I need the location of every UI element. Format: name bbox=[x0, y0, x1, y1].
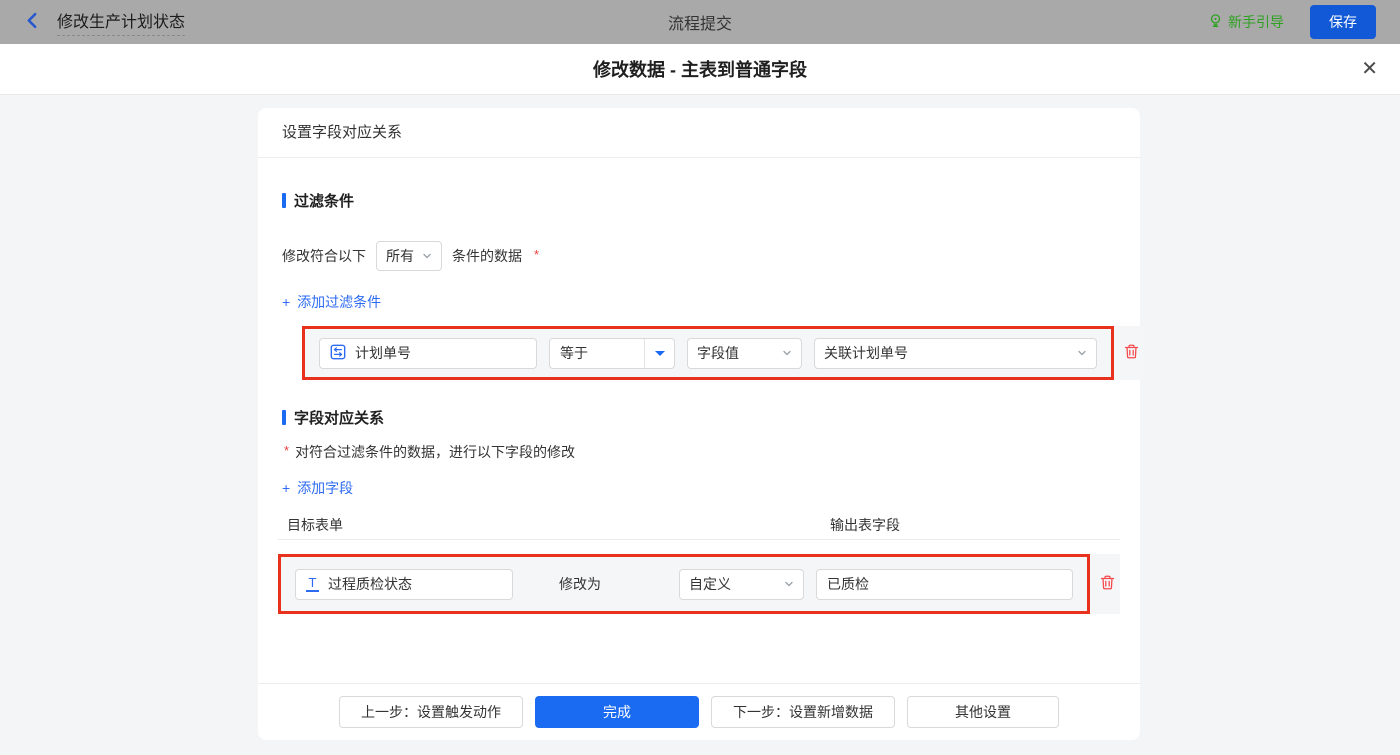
mapping-section-title-text: 字段对应关系 bbox=[294, 407, 384, 428]
filter-section: 过滤条件 修改符合以下 所有 条件的数据 * + 添加过滤条件 bbox=[258, 190, 1140, 380]
text-field-icon: T bbox=[306, 576, 319, 593]
filter-section-title-text: 过滤条件 bbox=[294, 190, 354, 211]
operator-select[interactable]: 等于 bbox=[549, 338, 675, 369]
mapping-table-header: 目标表单 输出表字段 bbox=[282, 515, 1116, 531]
mapping-highlight-box: T 过程质检状态 修改为 自定义 已质检 bbox=[278, 554, 1090, 614]
modify-to-label: 修改为 bbox=[559, 574, 615, 594]
operator-value: 等于 bbox=[550, 343, 644, 363]
value-type-select[interactable]: 字段值 bbox=[687, 338, 802, 369]
output-field-column-header: 输出表字段 bbox=[830, 515, 900, 535]
caret-down-icon bbox=[655, 351, 665, 361]
relation-field-icon bbox=[330, 344, 346, 363]
add-field-link[interactable]: + 添加字段 bbox=[282, 478, 353, 498]
filter-field-input[interactable]: 计划单号 bbox=[319, 338, 537, 369]
guide-pin-icon bbox=[1208, 13, 1223, 31]
required-mark: * bbox=[534, 247, 539, 262]
beginner-guide-label: 新手引导 bbox=[1228, 12, 1284, 32]
compare-value-select[interactable]: 关联计划单号 bbox=[814, 338, 1097, 369]
modify-value-input[interactable]: 已质检 bbox=[816, 569, 1073, 600]
match-prefix-label: 修改符合以下 bbox=[282, 246, 366, 266]
filter-field-value: 计划单号 bbox=[355, 343, 411, 363]
chevron-left-icon bbox=[24, 12, 41, 32]
chevron-down-icon bbox=[782, 345, 792, 361]
page-title: 修改生产计划状态 bbox=[57, 8, 185, 36]
other-settings-button[interactable]: 其他设置 bbox=[907, 696, 1059, 728]
target-field-input[interactable]: T 过程质检状态 bbox=[295, 569, 513, 600]
delete-filter-button[interactable] bbox=[1123, 343, 1140, 363]
beginner-guide-link[interactable]: 新手引导 bbox=[1208, 12, 1284, 32]
mapping-description-text: 对符合过滤条件的数据，进行以下字段的修改 bbox=[295, 442, 575, 462]
modify-type-select[interactable]: 自定义 bbox=[679, 569, 804, 600]
match-condition-line: 修改符合以下 所有 条件的数据 * bbox=[282, 241, 1116, 271]
filter-highlight-box: 计划单号 等于 字段值 关联计划单号 bbox=[302, 326, 1114, 380]
next-step-button[interactable]: 下一步：设置新增数据 bbox=[711, 696, 895, 728]
filter-condition-row: 计划单号 等于 字段值 关联计划单号 bbox=[302, 326, 1144, 380]
target-field-value: 过程质检状态 bbox=[328, 574, 412, 594]
modal-header: 修改数据 - 主表到普通字段 ✕ bbox=[0, 44, 1400, 95]
workflow-node-title: 流程提交 bbox=[668, 10, 732, 34]
panel-footer: 上一步：设置触发动作 完成 下一步：设置新增数据 其他设置 bbox=[258, 683, 1140, 740]
section-marker bbox=[282, 410, 286, 425]
plus-icon: + bbox=[282, 294, 290, 310]
plus-icon: + bbox=[282, 480, 290, 496]
mapping-section-title: 字段对应关系 bbox=[282, 407, 1116, 428]
filter-section-title: 过滤条件 bbox=[282, 190, 1116, 211]
chevron-down-icon bbox=[422, 248, 432, 264]
back-button[interactable] bbox=[24, 12, 41, 32]
trash-icon bbox=[1123, 343, 1140, 363]
close-icon: ✕ bbox=[1361, 58, 1378, 80]
done-button[interactable]: 完成 bbox=[535, 696, 699, 728]
mapping-rows: T 过程质检状态 修改为 自定义 已质检 bbox=[258, 554, 1140, 614]
value-type-value: 字段值 bbox=[697, 343, 739, 363]
prev-step-button[interactable]: 上一步：设置触发动作 bbox=[339, 696, 523, 728]
mapping-section: 字段对应关系 * 对符合过滤条件的数据，进行以下字段的修改 + 添加字段 目标表… bbox=[258, 407, 1140, 531]
modify-type-value: 自定义 bbox=[689, 574, 731, 594]
chevron-down-icon bbox=[784, 576, 794, 592]
mapping-description: * 对符合过滤条件的数据，进行以下字段的修改 bbox=[282, 442, 1116, 462]
match-type-select[interactable]: 所有 bbox=[376, 241, 442, 271]
operator-caret-zone[interactable] bbox=[644, 339, 674, 368]
save-button[interactable]: 保存 bbox=[1310, 5, 1376, 39]
add-field-label: 添加字段 bbox=[297, 478, 353, 498]
required-mark: * bbox=[284, 443, 289, 458]
modal-title: 修改数据 - 主表到普通字段 bbox=[593, 56, 807, 82]
modify-value-text: 已质检 bbox=[827, 574, 869, 594]
panel-title: 设置字段对应关系 bbox=[258, 108, 1140, 158]
delete-field-button[interactable] bbox=[1099, 574, 1116, 594]
section-marker bbox=[282, 193, 286, 208]
field-mapping-row: T 过程质检状态 修改为 自定义 已质检 bbox=[278, 554, 1120, 614]
compare-value: 关联计划单号 bbox=[824, 343, 908, 363]
add-filter-condition-link[interactable]: + 添加过滤条件 bbox=[282, 292, 381, 312]
match-suffix-label: 条件的数据 bbox=[452, 246, 522, 266]
add-filter-condition-label: 添加过滤条件 bbox=[297, 292, 381, 312]
target-form-column-header: 目标表单 bbox=[287, 517, 343, 533]
close-button[interactable]: ✕ bbox=[1361, 59, 1378, 79]
table-divider bbox=[278, 539, 1120, 540]
trash-icon bbox=[1099, 574, 1116, 594]
top-bar: 修改生产计划状态 流程提交 新手引导 保存 bbox=[0, 0, 1400, 44]
match-type-value: 所有 bbox=[386, 246, 414, 266]
chevron-down-icon bbox=[1077, 345, 1087, 361]
topbar-actions: 新手引导 保存 bbox=[1208, 5, 1376, 39]
settings-panel: 设置字段对应关系 过滤条件 修改符合以下 所有 条件的数据 * + 添加过滤条件 bbox=[258, 108, 1140, 740]
